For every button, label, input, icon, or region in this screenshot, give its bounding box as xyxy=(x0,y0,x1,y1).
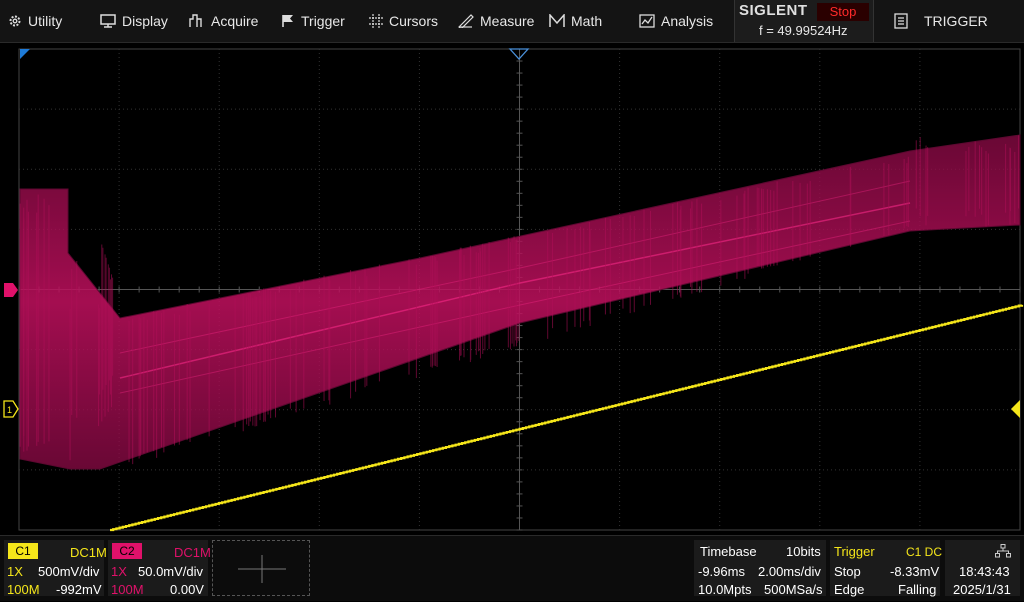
menu-math-label: Math xyxy=(571,13,603,29)
timebase-delay: -9.96ms xyxy=(698,564,745,579)
ch2-offset: 0.00V xyxy=(170,582,204,597)
flag-icon xyxy=(282,15,293,27)
timebase-title: Timebase xyxy=(700,544,757,559)
ch1-offset: -992mV xyxy=(56,582,102,597)
ch1-bandwidth: 100M xyxy=(7,582,40,597)
ch1-info-panel[interactable]: C1 DC1M 1X 500mV/div 100M -992mV xyxy=(4,540,107,597)
clock-time: 18:43:43 xyxy=(959,564,1010,579)
frequency-readout: f = 49.99524Hz xyxy=(759,23,848,38)
ch2-coupling: DC1M xyxy=(174,545,211,560)
brand-logo: SIGLENT xyxy=(739,2,808,19)
ch1-probe: 1X xyxy=(7,564,23,579)
trigger-source: C1 DC xyxy=(906,545,943,559)
trigger-menu-button[interactable]: TRIGGER xyxy=(886,0,1024,42)
ch1-coupling: DC1M xyxy=(70,545,107,560)
top-menu-bar: Utility Display Acquire Trigger Cursors … xyxy=(0,0,1024,43)
list-icon xyxy=(894,13,908,29)
trigger-title: Trigger xyxy=(834,544,875,559)
ruler-icon xyxy=(458,14,474,28)
plus-icon xyxy=(238,555,286,583)
menu-trigger[interactable]: Trigger xyxy=(281,0,345,42)
gear-icon xyxy=(9,15,21,27)
ch2-info-panel[interactable]: C2 DC1M 1X 50.0mV/div 100M 0.00V xyxy=(108,540,211,597)
timebase-rate: 500MSa/s xyxy=(764,582,823,597)
ch2-scale: 50.0mV/div xyxy=(138,564,204,579)
trigger-mode: Stop xyxy=(834,564,861,579)
ch1-scale: 500mV/div xyxy=(38,564,100,579)
clock-date: 2025/1/31 xyxy=(953,582,1011,597)
timebase-bits: 10bits xyxy=(786,544,821,559)
menu-utility-label: Utility xyxy=(28,13,63,29)
menu-utility[interactable]: Utility xyxy=(8,0,62,42)
clock-panel: 18:43:43 2025/1/31 xyxy=(945,540,1020,597)
acquire-icon xyxy=(189,14,202,27)
waveform-canvas[interactable]: 1 xyxy=(0,43,1024,533)
timebase-scale: 2.00ms/div xyxy=(758,564,821,579)
ch2-probe: 1X xyxy=(111,564,127,579)
trigger-type: Edge xyxy=(834,582,865,597)
run-state-indicator[interactable]: Stop xyxy=(817,3,869,21)
monitor-icon xyxy=(100,14,116,28)
menu-display[interactable]: Display xyxy=(100,0,168,42)
waveform-display[interactable]: 1 xyxy=(0,43,1024,533)
menu-analysis-label: Analysis xyxy=(661,13,714,29)
brand-panel: SIGLENT Stop f = 49.99524Hz xyxy=(734,0,874,42)
timebase-points: 10.0Mpts xyxy=(698,582,752,597)
analysis-icon xyxy=(639,14,655,28)
math-icon xyxy=(549,14,565,27)
menu-cursors-label: Cursors xyxy=(389,13,439,29)
bottom-status-bar: C1 DC1M 1X 500mV/div 100M -992mV C2 DC1M… xyxy=(0,535,1024,601)
menu-measure[interactable]: Measure xyxy=(458,0,534,42)
ch2-bandwidth: 100M xyxy=(111,582,144,597)
menu-cursors[interactable]: Cursors xyxy=(369,0,438,42)
menu-measure-label: Measure xyxy=(480,13,535,29)
menu-analysis[interactable]: Analysis xyxy=(639,0,713,42)
add-channel-slot[interactable] xyxy=(212,540,310,596)
menu-math[interactable]: Math xyxy=(549,0,602,42)
crosshair-icon xyxy=(369,14,383,28)
network-icon xyxy=(995,544,1011,558)
ch1-tag: C1 xyxy=(8,543,38,559)
trigger-menu-label: TRIGGER xyxy=(924,13,988,29)
trigger-slope: Falling xyxy=(898,582,937,597)
ch2-tag: C2 xyxy=(112,543,142,559)
menu-display-label: Display xyxy=(122,13,168,29)
trigger-panel[interactable]: Trigger C1 DC Stop -8.33mV Edge Falling xyxy=(830,540,943,597)
timebase-panel[interactable]: Timebase 10bits -9.96ms 2.00ms/div 10.0M… xyxy=(694,540,826,597)
trigger-level: -8.33mV xyxy=(890,564,940,579)
menu-trigger-label: Trigger xyxy=(301,13,345,29)
menu-acquire-label: Acquire xyxy=(211,13,259,29)
menu-acquire[interactable]: Acquire xyxy=(189,0,258,42)
ch1-marker-glyph: 1 xyxy=(7,405,12,415)
